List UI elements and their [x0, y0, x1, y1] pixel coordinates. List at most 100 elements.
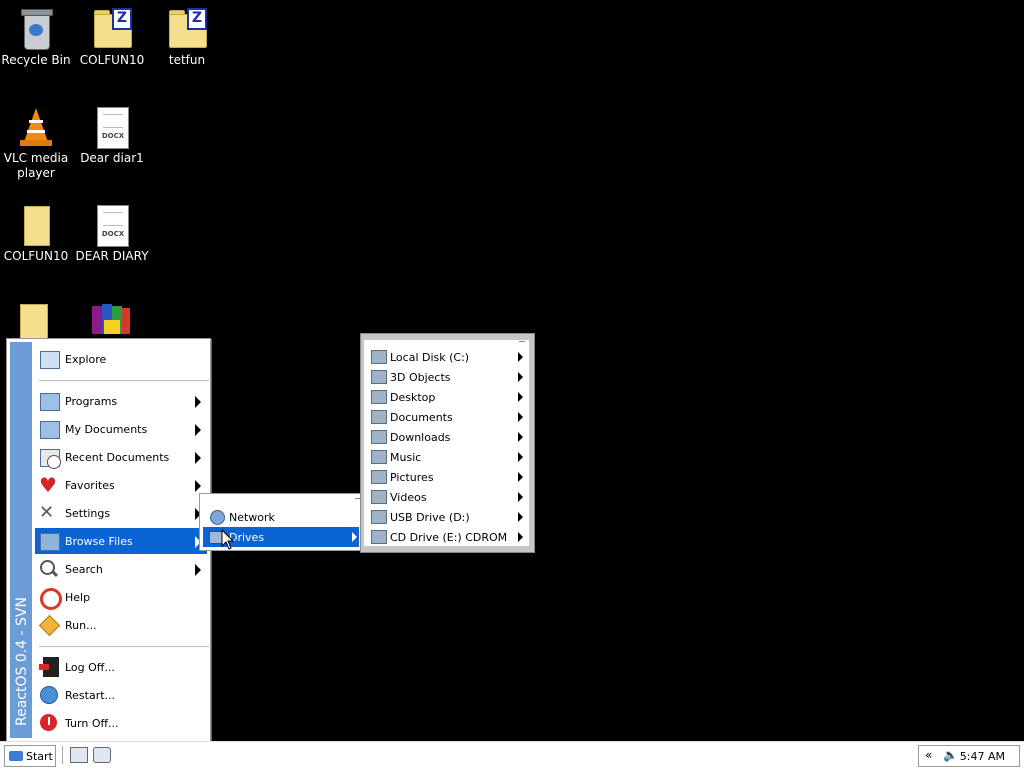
docx-file-icon: DOCX [92, 204, 132, 247]
folder-icon [39, 531, 60, 551]
chevron-right-icon [518, 532, 523, 542]
chevron-right-icon [195, 424, 201, 436]
desktop-icon-label: Dear diar1 [80, 151, 144, 165]
chevron-right-icon [518, 412, 523, 422]
folder-icon [371, 450, 387, 464]
folder-icon [371, 410, 387, 424]
vlc-cone-icon [16, 106, 56, 148]
clock[interactable]: 5:47 AM [960, 750, 1005, 763]
start-logo-icon [9, 751, 23, 761]
folder-icon [371, 510, 387, 524]
drives-submenu: Local Disk (C:) 3D Objects Desktop Docum… [360, 333, 535, 553]
power-icon [39, 713, 59, 733]
start-item-restart[interactable]: Restart... [35, 682, 207, 708]
clock-icon [39, 447, 61, 469]
drive-item-documents[interactable]: Documents [366, 407, 527, 427]
folder-icon [371, 350, 387, 364]
chevron-right-icon [195, 452, 201, 464]
start-button[interactable]: Start [4, 745, 56, 767]
mouse-cursor-icon [221, 529, 235, 550]
volume-icon[interactable]: 🔈 [943, 748, 958, 762]
submenu-grip [519, 341, 525, 342]
separator [39, 646, 209, 647]
desktop-icon-vlc[interactable]: VLC media player [0, 106, 74, 181]
start-item-run[interactable]: Run... [35, 612, 207, 638]
chevron-right-icon [518, 392, 523, 402]
winrar-icon[interactable] [90, 300, 134, 338]
recycle-bin-icon [16, 8, 56, 50]
chevron-right-icon [195, 396, 201, 408]
desktop-icon-label: tetfun [168, 53, 206, 67]
folder-icon [16, 204, 56, 246]
folder-icon [371, 390, 387, 404]
chevron-right-icon [518, 352, 523, 362]
taskbar: Start « 🔈 5:47 AM [0, 741, 1024, 769]
browse-item-network[interactable]: Network [203, 507, 359, 527]
chevron-right-icon [518, 432, 523, 442]
desktop-icon-label: COLFUN10 [3, 249, 69, 263]
drive-item-cd-drive-e[interactable]: CD Drive (E:) CDROM [366, 527, 527, 547]
chevron-right-icon [518, 452, 523, 462]
folder-icon [371, 530, 387, 544]
start-item-programs[interactable]: Programs [35, 388, 207, 414]
folder-icon [371, 370, 387, 384]
start-item-settings[interactable]: ✕ Settings [35, 500, 207, 526]
system-tray: « 🔈 5:47 AM [918, 745, 1020, 767]
drive-item-3d-objects[interactable]: 3D Objects [366, 367, 527, 387]
desktop-icon-dear-diary[interactable]: DOCX DEAR DIARY [74, 204, 150, 264]
chevron-right-icon [195, 480, 201, 492]
search-icon [39, 559, 59, 579]
drive-item-videos[interactable]: Videos [366, 487, 527, 507]
start-item-log-off[interactable]: Log Off... [35, 654, 207, 680]
banner-text: ReactOS 0.4 - SVN [14, 597, 30, 726]
separator [39, 380, 209, 381]
drive-item-pictures[interactable]: Pictures [366, 467, 527, 487]
start-item-help[interactable]: Help [35, 584, 207, 610]
chevron-right-icon [518, 512, 523, 522]
start-item-recent-documents[interactable]: Recent Documents [35, 444, 207, 470]
chevron-right-icon [518, 372, 523, 382]
help-icon [39, 587, 62, 610]
heart-icon: ♥ [39, 473, 57, 497]
start-item-favorites[interactable]: ♥ Favorites [35, 472, 207, 498]
folder-icon [371, 430, 387, 444]
desktop-icon-colfun10-zip[interactable]: Z COLFUN10 [74, 8, 150, 68]
drive-item-usb-drive-d[interactable]: USB Drive (D:) [366, 507, 527, 527]
drive-item-local-disk-c[interactable]: Local Disk (C:) [366, 347, 527, 367]
start-item-my-documents[interactable]: My Documents [35, 416, 207, 442]
globe-icon [209, 510, 225, 525]
desktop-icon-dear-diar1[interactable]: DOCX Dear diar1 [74, 106, 150, 166]
start-item-explore[interactable]: Explore [35, 346, 207, 372]
quicklaunch-desktop-icon[interactable] [70, 747, 88, 763]
start-item-turn-off[interactable]: Turn Off... [35, 710, 207, 736]
desktop-icon-label: COLFUN10 [79, 53, 145, 67]
logoff-icon [39, 657, 59, 677]
start-menu-banner: ReactOS 0.4 - SVN [10, 342, 32, 738]
desktop-icon-recycle-bin[interactable]: Recycle Bin [0, 8, 74, 68]
drive-item-music[interactable]: Music [366, 447, 527, 467]
desktop-icon-colfun10-folder[interactable]: COLFUN10 [0, 204, 74, 264]
zip-folder-icon: Z [92, 8, 132, 50]
drive-item-downloads[interactable]: Downloads [366, 427, 527, 447]
chevron-right-icon [518, 472, 523, 482]
start-item-browse-files[interactable]: Browse Files [35, 528, 207, 554]
start-item-search[interactable]: Search [35, 556, 207, 582]
docx-file-icon: DOCX [92, 106, 132, 149]
settings-icon: ✕ [39, 502, 55, 523]
explore-icon [39, 349, 60, 369]
desktop-icon-label: VLC media player [3, 151, 69, 180]
zip-folder-icon: Z [167, 8, 207, 50]
quicklaunch-explorer-icon[interactable] [93, 747, 111, 763]
restart-icon [39, 685, 59, 705]
folder-icon[interactable] [20, 304, 48, 340]
folder-icon [371, 490, 387, 504]
desktop-icon-label: DEAR DIARY [75, 249, 149, 263]
drive-item-desktop[interactable]: Desktop [366, 387, 527, 407]
desktop-icon-tetfun[interactable]: Z tetfun [149, 8, 225, 68]
tray-expand-icon[interactable]: « [925, 748, 932, 762]
desktop-icon-label: Recycle Bin [1, 53, 71, 67]
programs-icon [39, 391, 60, 411]
run-icon [38, 614, 61, 637]
chevron-right-icon [518, 492, 523, 502]
chevron-right-icon [195, 564, 201, 576]
